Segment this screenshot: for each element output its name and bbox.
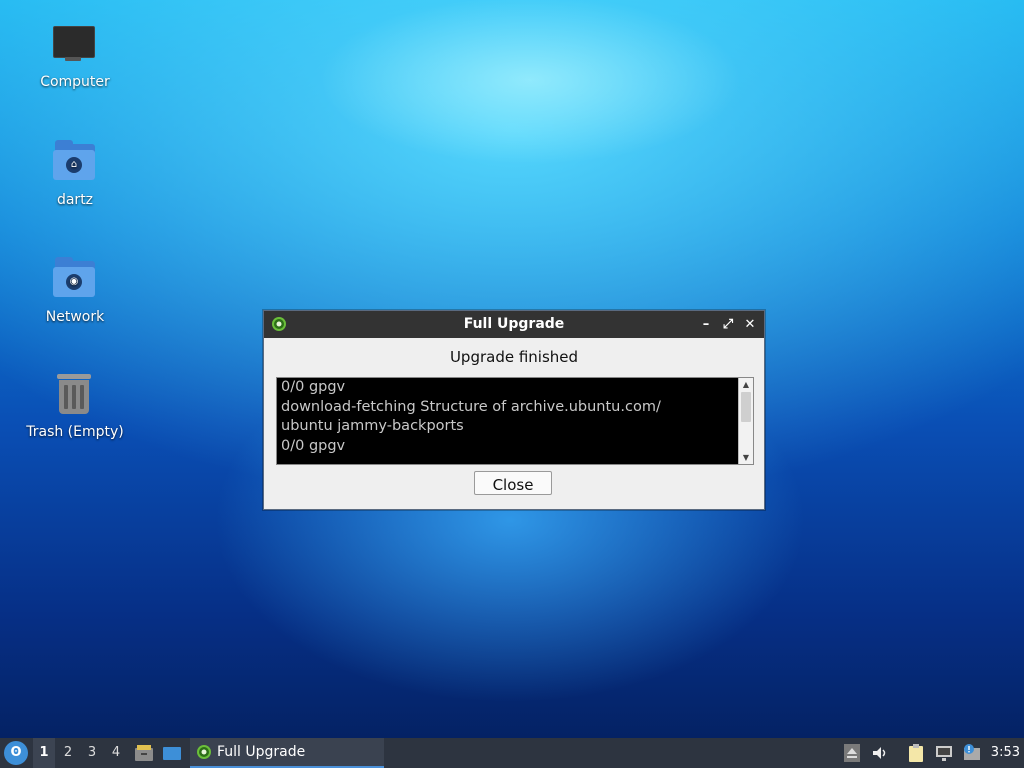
- scroll-down-icon[interactable]: ▼: [739, 451, 753, 464]
- dialog-titlebar[interactable]: Full Upgrade – ⤢ ✕: [264, 311, 764, 338]
- eject-icon[interactable]: [842, 743, 862, 763]
- desktop-icon-label: Trash (Empty): [26, 424, 124, 440]
- full-upgrade-dialog: Full Upgrade – ⤢ ✕ Upgrade finished 0/0 …: [263, 310, 765, 510]
- maximize-icon[interactable]: ⤢: [720, 317, 736, 333]
- desktop-icon-label: Computer: [40, 74, 110, 90]
- show-desktop-icon[interactable]: [162, 743, 182, 763]
- close-icon[interactable]: ✕: [742, 317, 758, 333]
- task-label: Full Upgrade: [217, 744, 306, 760]
- log-output[interactable]: 0/0 gpgv download-fetching Structure of …: [276, 377, 754, 465]
- dialog-title: Full Upgrade: [463, 316, 565, 332]
- log-text: 0/0 gpgv download-fetching Structure of …: [281, 379, 661, 454]
- desktop-icon-computer[interactable]: Computer: [20, 22, 130, 90]
- gear-icon: [272, 317, 286, 331]
- workspace-2[interactable]: 2: [57, 738, 79, 768]
- start-menu-icon[interactable]: ʘ: [4, 741, 28, 765]
- desktop-icon-home[interactable]: ⌂ dartz: [20, 140, 130, 208]
- desktop-icon-label: dartz: [56, 192, 94, 208]
- scroll-up-icon[interactable]: ▲: [739, 378, 753, 391]
- dialog-heading: Upgrade finished: [449, 348, 579, 366]
- computer-icon: [51, 22, 99, 70]
- taskbar: ʘ 1 2 3 4 Full Upgrade 3:53: [0, 738, 1024, 768]
- update-notifier-icon[interactable]: [962, 743, 982, 763]
- scroll-thumb[interactable]: [741, 392, 751, 422]
- workspace-1[interactable]: 1: [33, 738, 55, 768]
- clock[interactable]: 3:53: [991, 738, 1020, 768]
- home-folder-icon: ⌂: [51, 140, 99, 188]
- desktop-icon-network[interactable]: ◉ Network: [20, 257, 130, 325]
- taskbar-task-full-upgrade[interactable]: Full Upgrade: [190, 738, 384, 768]
- log-scrollbar[interactable]: ▲ ▼: [738, 378, 753, 464]
- network-icon[interactable]: [934, 743, 954, 763]
- workspace-4[interactable]: 4: [105, 738, 127, 768]
- minimize-icon[interactable]: –: [698, 317, 714, 333]
- clipboard-icon[interactable]: [906, 743, 926, 763]
- gear-icon: [197, 745, 211, 759]
- volume-icon[interactable]: [870, 743, 890, 763]
- desktop-icon-label: Network: [45, 309, 105, 325]
- desktop-icon-trash[interactable]: Trash (Empty): [20, 372, 130, 440]
- network-folder-icon: ◉: [51, 257, 99, 305]
- trash-icon: [51, 372, 99, 420]
- workspace-3[interactable]: 3: [81, 738, 103, 768]
- close-button[interactable]: Close: [474, 471, 552, 495]
- file-manager-icon[interactable]: [134, 743, 154, 763]
